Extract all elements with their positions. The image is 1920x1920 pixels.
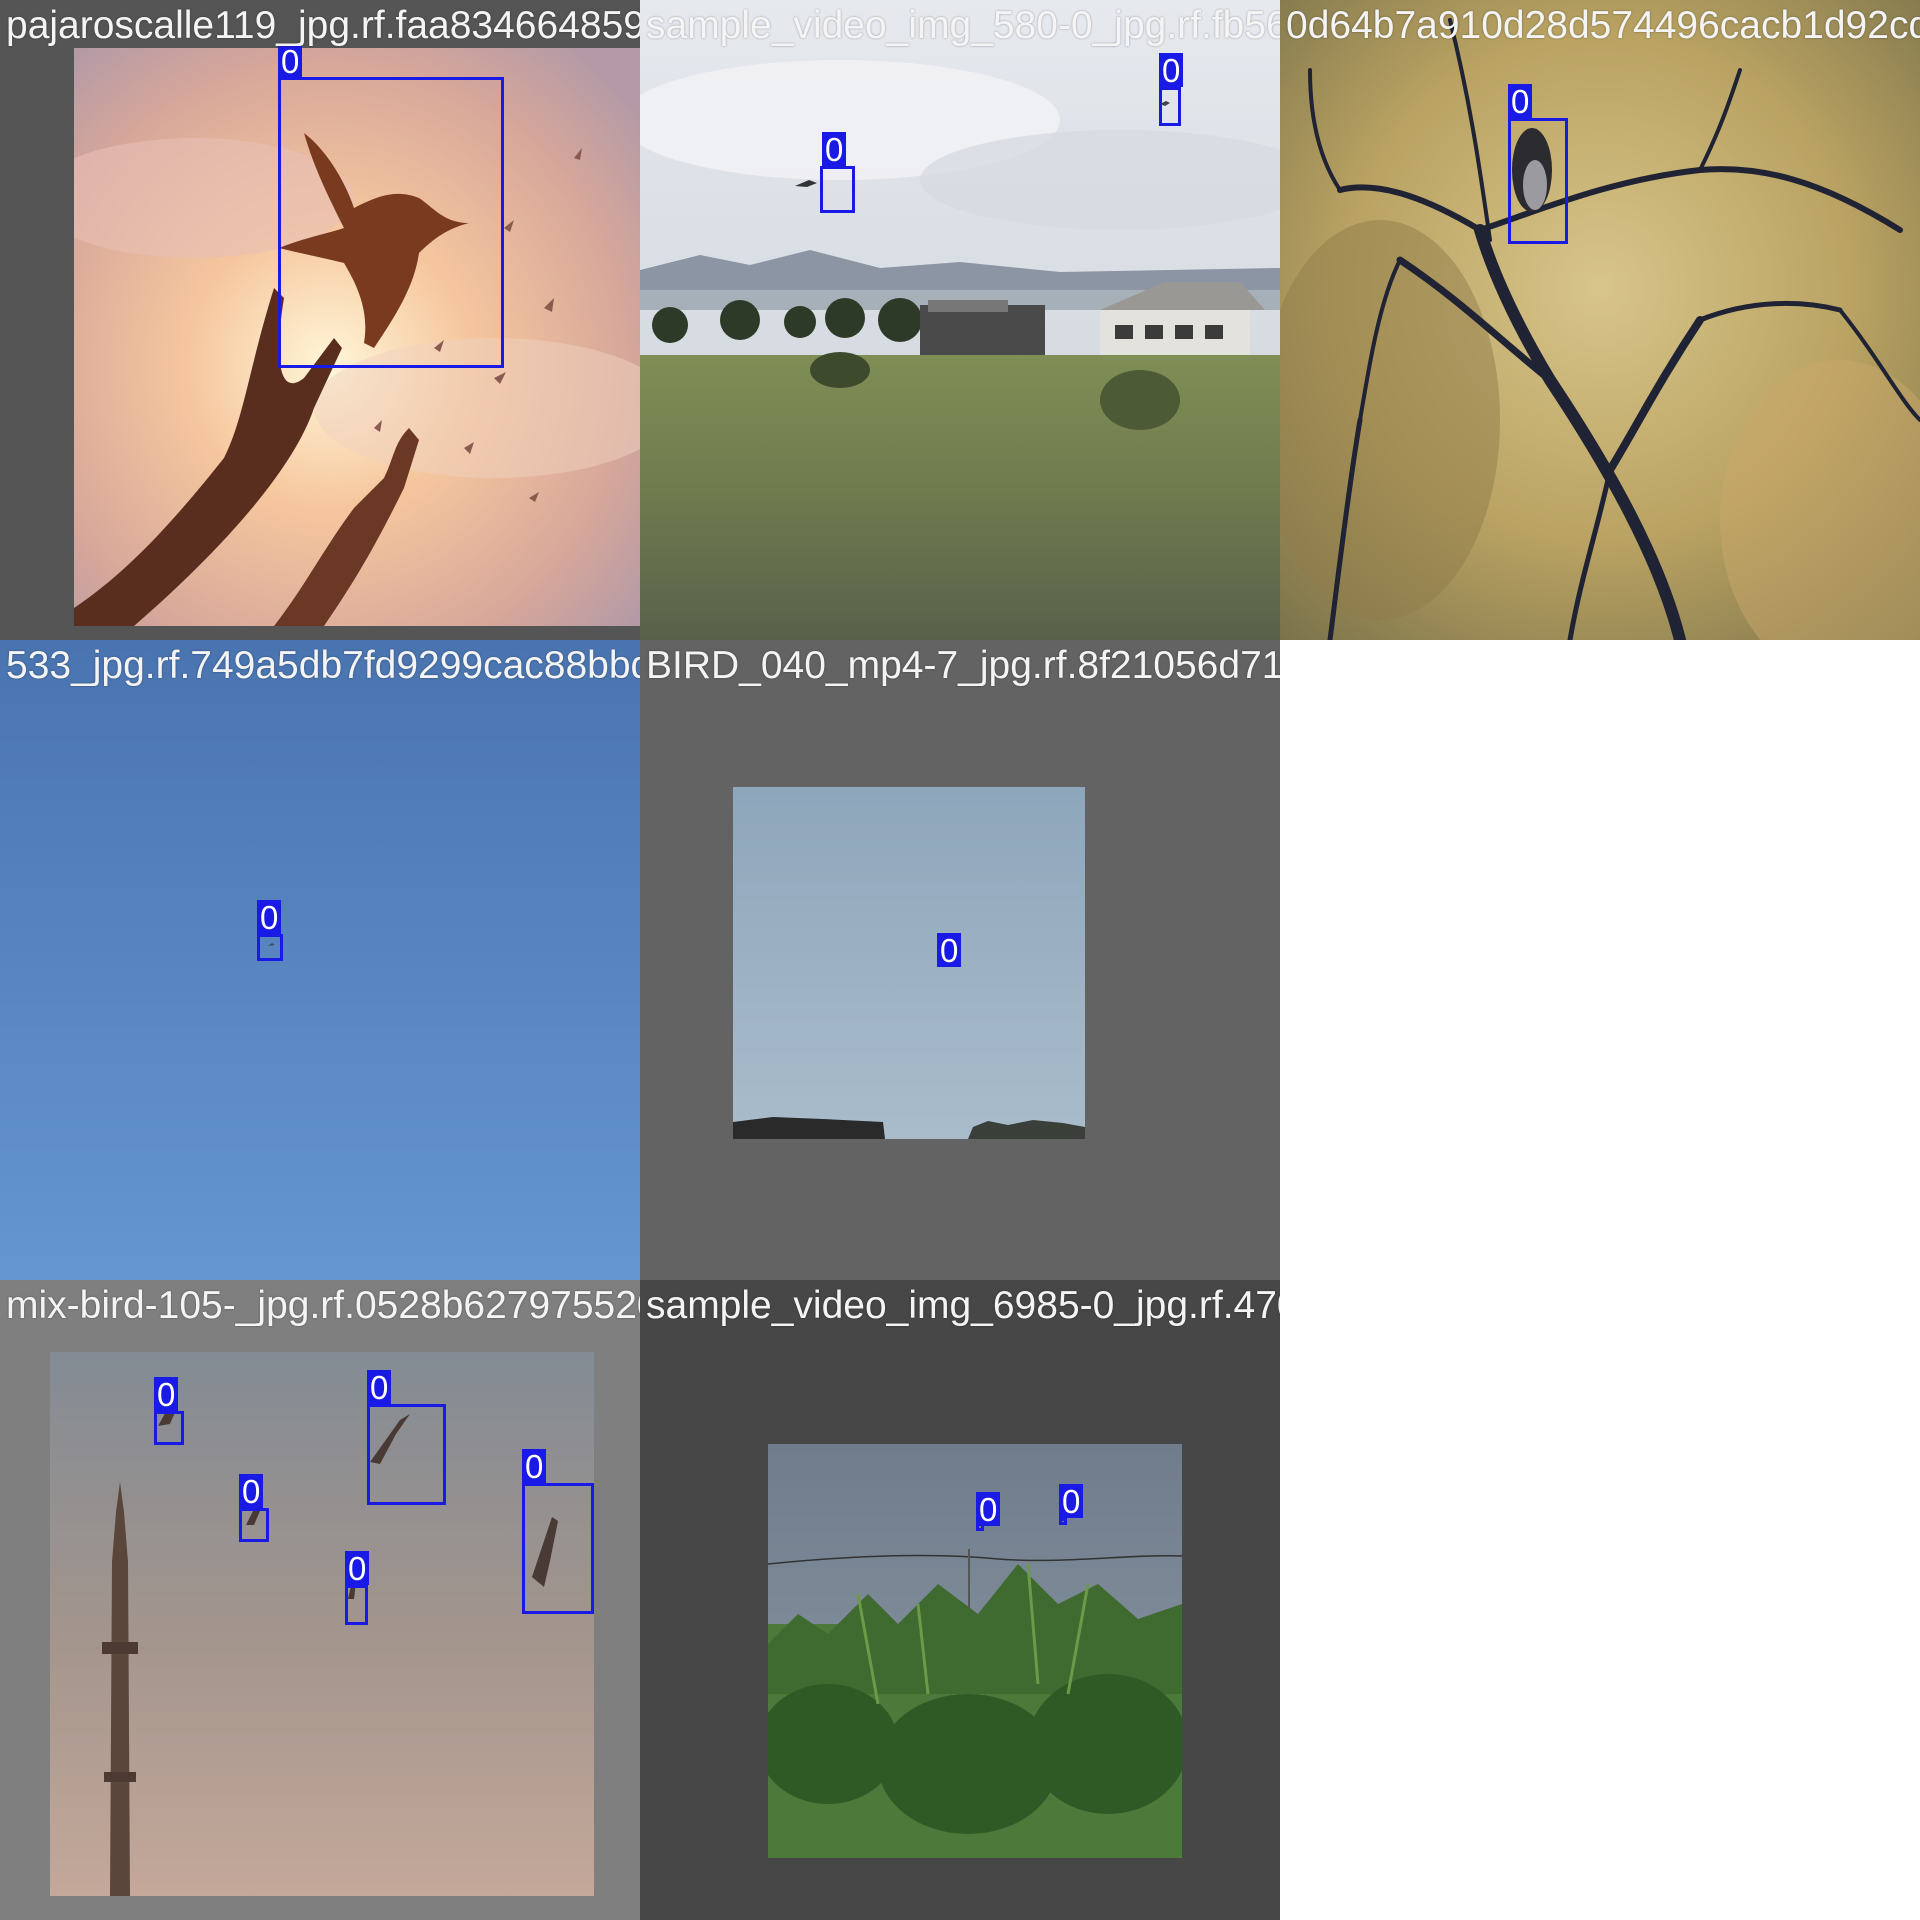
mosaic-tile-empty bbox=[1280, 640, 1920, 1280]
mosaic-tile-5: 0 BIRD_040_mp4-7_jpg.rf.8f21056d719fc6ab bbox=[640, 640, 1280, 1280]
tile-7-photo bbox=[768, 1444, 1182, 1858]
mosaic-tile-2: 0 0 sample_video_img_580-0_jpg.rf.fb56a0… bbox=[640, 0, 1280, 640]
class-label: 0 bbox=[522, 1449, 547, 1483]
tile-filename: pajaroscalle119_jpg.rf.faa834664859193d3 bbox=[6, 4, 640, 47]
detection-box bbox=[239, 1508, 269, 1542]
mosaic-tile-empty bbox=[1280, 1280, 1920, 1920]
tile-3-photo bbox=[1280, 0, 1920, 640]
mosaic-tile-1: 0 pajaroscalle119_jpg.rf.faa834664859193… bbox=[0, 0, 640, 640]
class-label: 0 bbox=[1508, 84, 1533, 118]
class-label: 0 bbox=[345, 1551, 370, 1585]
class-label: 0 bbox=[367, 1370, 392, 1404]
detection-box bbox=[367, 1404, 446, 1505]
tile-5-photo bbox=[733, 787, 1085, 1139]
tile-filename: BIRD_040_mp4-7_jpg.rf.8f21056d719fc6ab bbox=[646, 644, 1280, 687]
detection-box bbox=[820, 166, 855, 213]
mosaic-tile-3: 0 0d64b7a910d28d574496cacb1d92cd5 bbox=[1280, 0, 1920, 640]
tile-filename: 533_jpg.rf.749a5db7fd9299cac88bbd90d6b0 bbox=[6, 644, 640, 687]
detection-box bbox=[345, 1585, 368, 1625]
class-label: 0 bbox=[278, 44, 303, 78]
class-label: 0 bbox=[239, 1474, 264, 1508]
class-label: 0 bbox=[822, 132, 847, 166]
tile-filename: mix-bird-105-_jpg.rf.0528b627975520f80a bbox=[6, 1284, 640, 1327]
mosaic-tile-6: 0 0 0 0 0 mix-bird-105-_jpg.rf.0528b6279… bbox=[0, 1280, 640, 1920]
class-label: 0 bbox=[937, 933, 962, 967]
detection-box bbox=[1159, 87, 1181, 126]
class-label: 0 bbox=[154, 1377, 179, 1411]
tile-6-photo bbox=[50, 1352, 594, 1896]
class-label: 0 bbox=[1159, 53, 1184, 87]
tile-filename: sample_video_img_6985-0_jpg.rf.470c4a7f4 bbox=[646, 1284, 1280, 1327]
mosaic-tile-4: 0 533_jpg.rf.749a5db7fd9299cac88bbd90d6b… bbox=[0, 640, 640, 1280]
detection-box bbox=[154, 1411, 184, 1445]
class-label: 0 bbox=[976, 1492, 1001, 1526]
class-label: 0 bbox=[1059, 1484, 1084, 1518]
detection-box bbox=[278, 77, 504, 368]
tile-filename: sample_video_img_580-0_jpg.rf.fb56a0376b bbox=[646, 4, 1280, 47]
detection-box bbox=[1508, 118, 1568, 244]
class-label: 0 bbox=[257, 900, 282, 934]
mosaic-tile-7: 0 0 sample_video_img_6985-0_jpg.rf.470c4… bbox=[640, 1280, 1280, 1920]
tile-filename: 0d64b7a910d28d574496cacb1d92cd5 bbox=[1286, 4, 1920, 47]
tile-4-photo bbox=[0, 640, 640, 1280]
tile-2-photo bbox=[640, 0, 1280, 640]
detection-box bbox=[522, 1483, 594, 1614]
detection-box bbox=[257, 934, 283, 961]
